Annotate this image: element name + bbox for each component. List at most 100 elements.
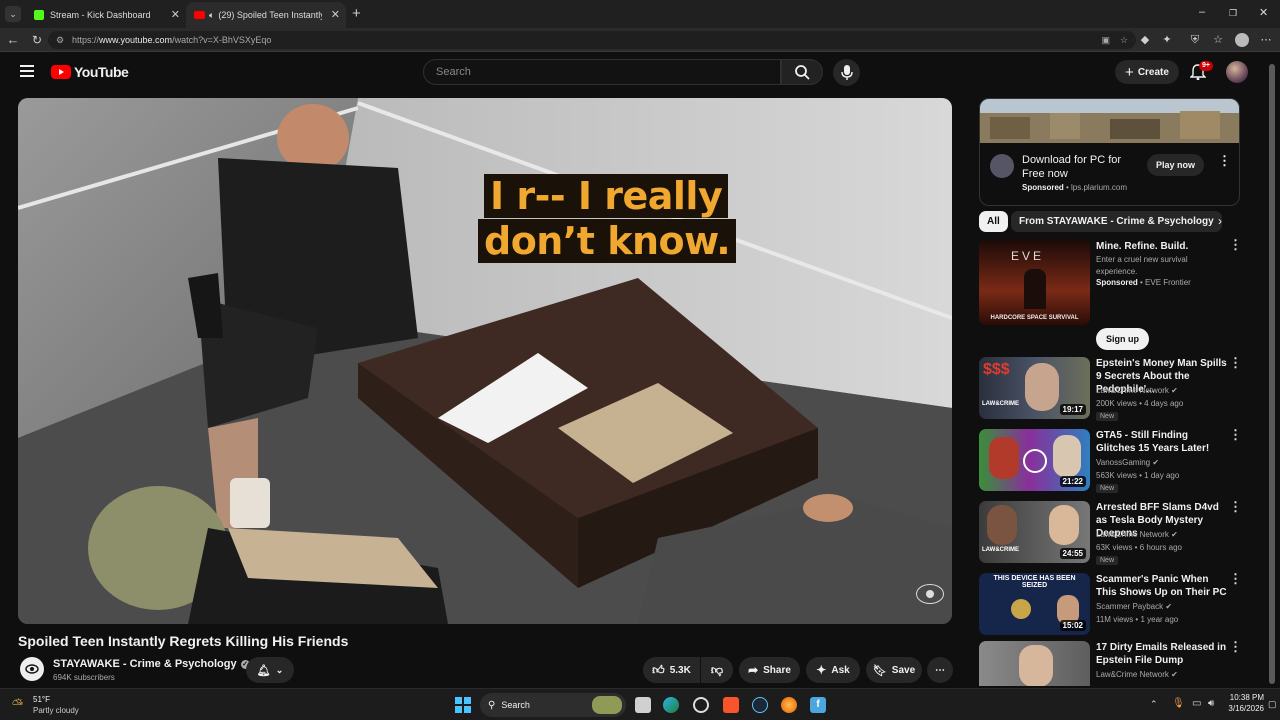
taskbar-search[interactable]: ⚲ Search [480, 693, 626, 717]
play-now-button[interactable]: Play now [1147, 154, 1204, 176]
channel-line: VanossGaming ✔ [1096, 458, 1159, 467]
extensions-icon[interactable]: ✦ [1160, 33, 1174, 47]
tab-kick-dashboard[interactable]: Stream - Kick Dashboard ✕ [26, 2, 186, 28]
verified-icon: ✔ [1152, 458, 1160, 467]
favorite-icon[interactable]: ☆ [1120, 31, 1128, 49]
video-thumbnail[interactable]: $$$ LAW&CRIME 19:17 [979, 357, 1090, 419]
more-actions-button[interactable]: ⋯ [927, 657, 953, 683]
thumbs-down-icon: 👎︎ [710, 662, 724, 677]
refresh-icon[interactable]: ↻ [30, 33, 44, 47]
close-tab-icon[interactable]: ✕ [331, 8, 340, 21]
share-button[interactable]: ➦ Share [739, 657, 800, 683]
verified-icon: ✔ [1171, 386, 1178, 395]
split-screen-icon[interactable]: ▣ [1101, 31, 1110, 49]
sign-up-button[interactable]: Sign up [1096, 328, 1149, 350]
back-icon[interactable]: ← [6, 33, 20, 47]
recommendation-item[interactable]: $$$ LAW&CRIME 19:17 Epstein's Money Man … [979, 356, 1259, 423]
video-thumbnail[interactable] [979, 641, 1090, 686]
chatgpt-icon[interactable] [693, 697, 709, 713]
page-scrollbar[interactable] [1268, 56, 1276, 684]
video-thumbnail[interactable]: LAW&CRIME 24:55 [979, 501, 1090, 563]
notification-center-icon[interactable]: ▢ [1268, 699, 1277, 710]
microphone-icon[interactable]: 🎙︎ [1172, 698, 1185, 709]
favorites-icon[interactable]: ☆ [1211, 33, 1225, 47]
search-button[interactable] [781, 59, 823, 85]
windows-start-icon[interactable] [455, 697, 471, 713]
channel-avatar[interactable] [20, 657, 44, 681]
display-icon[interactable]: ▭ [1192, 698, 1201, 709]
more-options-icon[interactable]: ⋮ [1229, 572, 1242, 585]
brave-icon[interactable] [723, 697, 739, 713]
new-tab-button[interactable]: + [352, 5, 361, 22]
ask-label: Ask [831, 664, 850, 676]
like-button[interactable]: 👍︎ 5.3K [643, 657, 700, 683]
chip-all[interactable]: All [979, 211, 1008, 232]
chip-from-channel[interactable]: From STAYAWAKE - Crime & Psychology [1011, 211, 1222, 232]
advertiser-avatar[interactable] [990, 154, 1014, 178]
close-tab-icon[interactable]: ✕ [171, 8, 180, 21]
chip-all-label: All [987, 216, 1000, 227]
notifications-button[interactable]: 9+ [1190, 61, 1213, 82]
verified-icon: ✔ [1171, 670, 1178, 679]
sponsored-thumbnail[interactable]: EVE HARDCORE SPACE SURVIVAL [979, 239, 1090, 325]
clock[interactable]: 10:38 PM 3/16/2026 [1226, 693, 1264, 713]
close-window-button[interactable]: ✕ [1259, 6, 1268, 19]
tab-actions-button[interactable]: ⌄ [5, 6, 21, 22]
tab-youtube-video[interactable]: 🔈︎ (29) Spoiled Teen Instantly Re ✕ [186, 2, 346, 28]
thumb-lawcrime-text: LAW&CRIME [982, 401, 1019, 407]
more-options-icon[interactable]: ⋮ [1229, 356, 1242, 369]
dislike-button[interactable]: 👎︎ [701, 657, 733, 683]
restore-button[interactable]: ❐ [1229, 8, 1237, 19]
url-field[interactable]: ⚙︎ https://www.youtube.com/watch?v=X-BhV… [48, 31, 1136, 49]
new-badge: New [1096, 412, 1119, 421]
video-thumbnail[interactable]: 21:22 [979, 429, 1090, 491]
youtube-logo[interactable]: YouTube [51, 64, 129, 80]
avatar[interactable] [1226, 61, 1248, 83]
video-title: 17 Dirty Emails Released in Epstein File… [1096, 642, 1227, 666]
channel-eye-icon [25, 664, 39, 674]
firefox-icon[interactable] [781, 697, 797, 713]
bell-icon: 🔔︎ [256, 664, 271, 677]
recommendation-item[interactable]: 17 Dirty Emails Released in Epstein File… [979, 641, 1259, 686]
ad-card[interactable]: Download for PC for Free now Sponsored •… [979, 98, 1240, 206]
recommendation-item[interactable]: 21:22 GTA5 - Still Finding Glitches 15 Y… [979, 428, 1259, 495]
site-info-icon[interactable]: ⚙︎ [56, 31, 64, 49]
hamburger-menu-icon[interactable] [20, 65, 34, 77]
minimize-button[interactable]: – [1199, 6, 1205, 18]
save-button[interactable]: 🔖︎ Save [866, 657, 922, 683]
sponsored-recommendation[interactable]: EVE HARDCORE SPACE SURVIVAL Mine. Refine… [979, 238, 1259, 351]
edge-icon[interactable] [663, 697, 679, 713]
browser-essentials-icon[interactable]: ⛨ [1188, 33, 1202, 47]
more-dots-icon: ⋯ [935, 664, 945, 676]
video-thumbnail[interactable]: THIS DEVICE HAS BEEN SEIZED 15:02 [979, 573, 1090, 635]
more-menu-icon[interactable]: ⋯ [1259, 33, 1273, 47]
more-options-icon[interactable]: ⋮ [1229, 428, 1242, 441]
scrollbar-thumb[interactable] [1269, 64, 1275, 684]
more-options-icon[interactable]: ⋮ [1229, 500, 1242, 513]
more-options-icon[interactable]: ⋮ [1229, 238, 1242, 251]
chevron-right-icon[interactable]: › [1218, 214, 1222, 228]
app-f-icon[interactable]: f [810, 697, 826, 713]
create-button[interactable]: + Create [1115, 60, 1179, 84]
tray-chevron-icon[interactable]: ⌃ [1150, 699, 1158, 710]
extension-diamond-icon[interactable]: ◆ [1138, 33, 1152, 47]
more-options-icon[interactable]: ⋮ [1229, 641, 1242, 653]
weather-widget[interactable]: ⛅︎ 51°F Partly cloudy [12, 694, 102, 718]
steam-icon[interactable] [752, 697, 768, 713]
ask-button[interactable]: ✦ Ask [806, 657, 860, 683]
profile-icon[interactable] [1235, 33, 1249, 47]
bookmark-icon: 🔖︎ [872, 664, 887, 677]
subscribed-button[interactable]: 🔔︎ ⌄ [246, 657, 294, 683]
channel-name[interactable]: STAYAWAKE - Crime & Psychology ✓ [53, 658, 250, 670]
volume-icon[interactable]: 🔊︎ [1208, 698, 1214, 709]
voice-search-button[interactable] [833, 59, 860, 86]
speaker-icon[interactable]: 🔈︎ [209, 10, 214, 21]
ad-more-icon[interactable]: ⋮ [1218, 154, 1231, 167]
recommendation-item[interactable]: THIS DEVICE HAS BEEN SEIZED 15:02 Scamme… [979, 572, 1259, 635]
task-view-icon[interactable] [635, 697, 651, 713]
eye-icon[interactable] [916, 584, 944, 604]
ad-domain: lps.plarium.com [1071, 183, 1128, 192]
search-input[interactable]: Search [423, 59, 781, 85]
video-player[interactable]: I r-- I really don’t know. [18, 98, 952, 624]
recommendation-item[interactable]: LAW&CRIME 24:55 Arrested BFF Slams D4vd … [979, 500, 1259, 567]
